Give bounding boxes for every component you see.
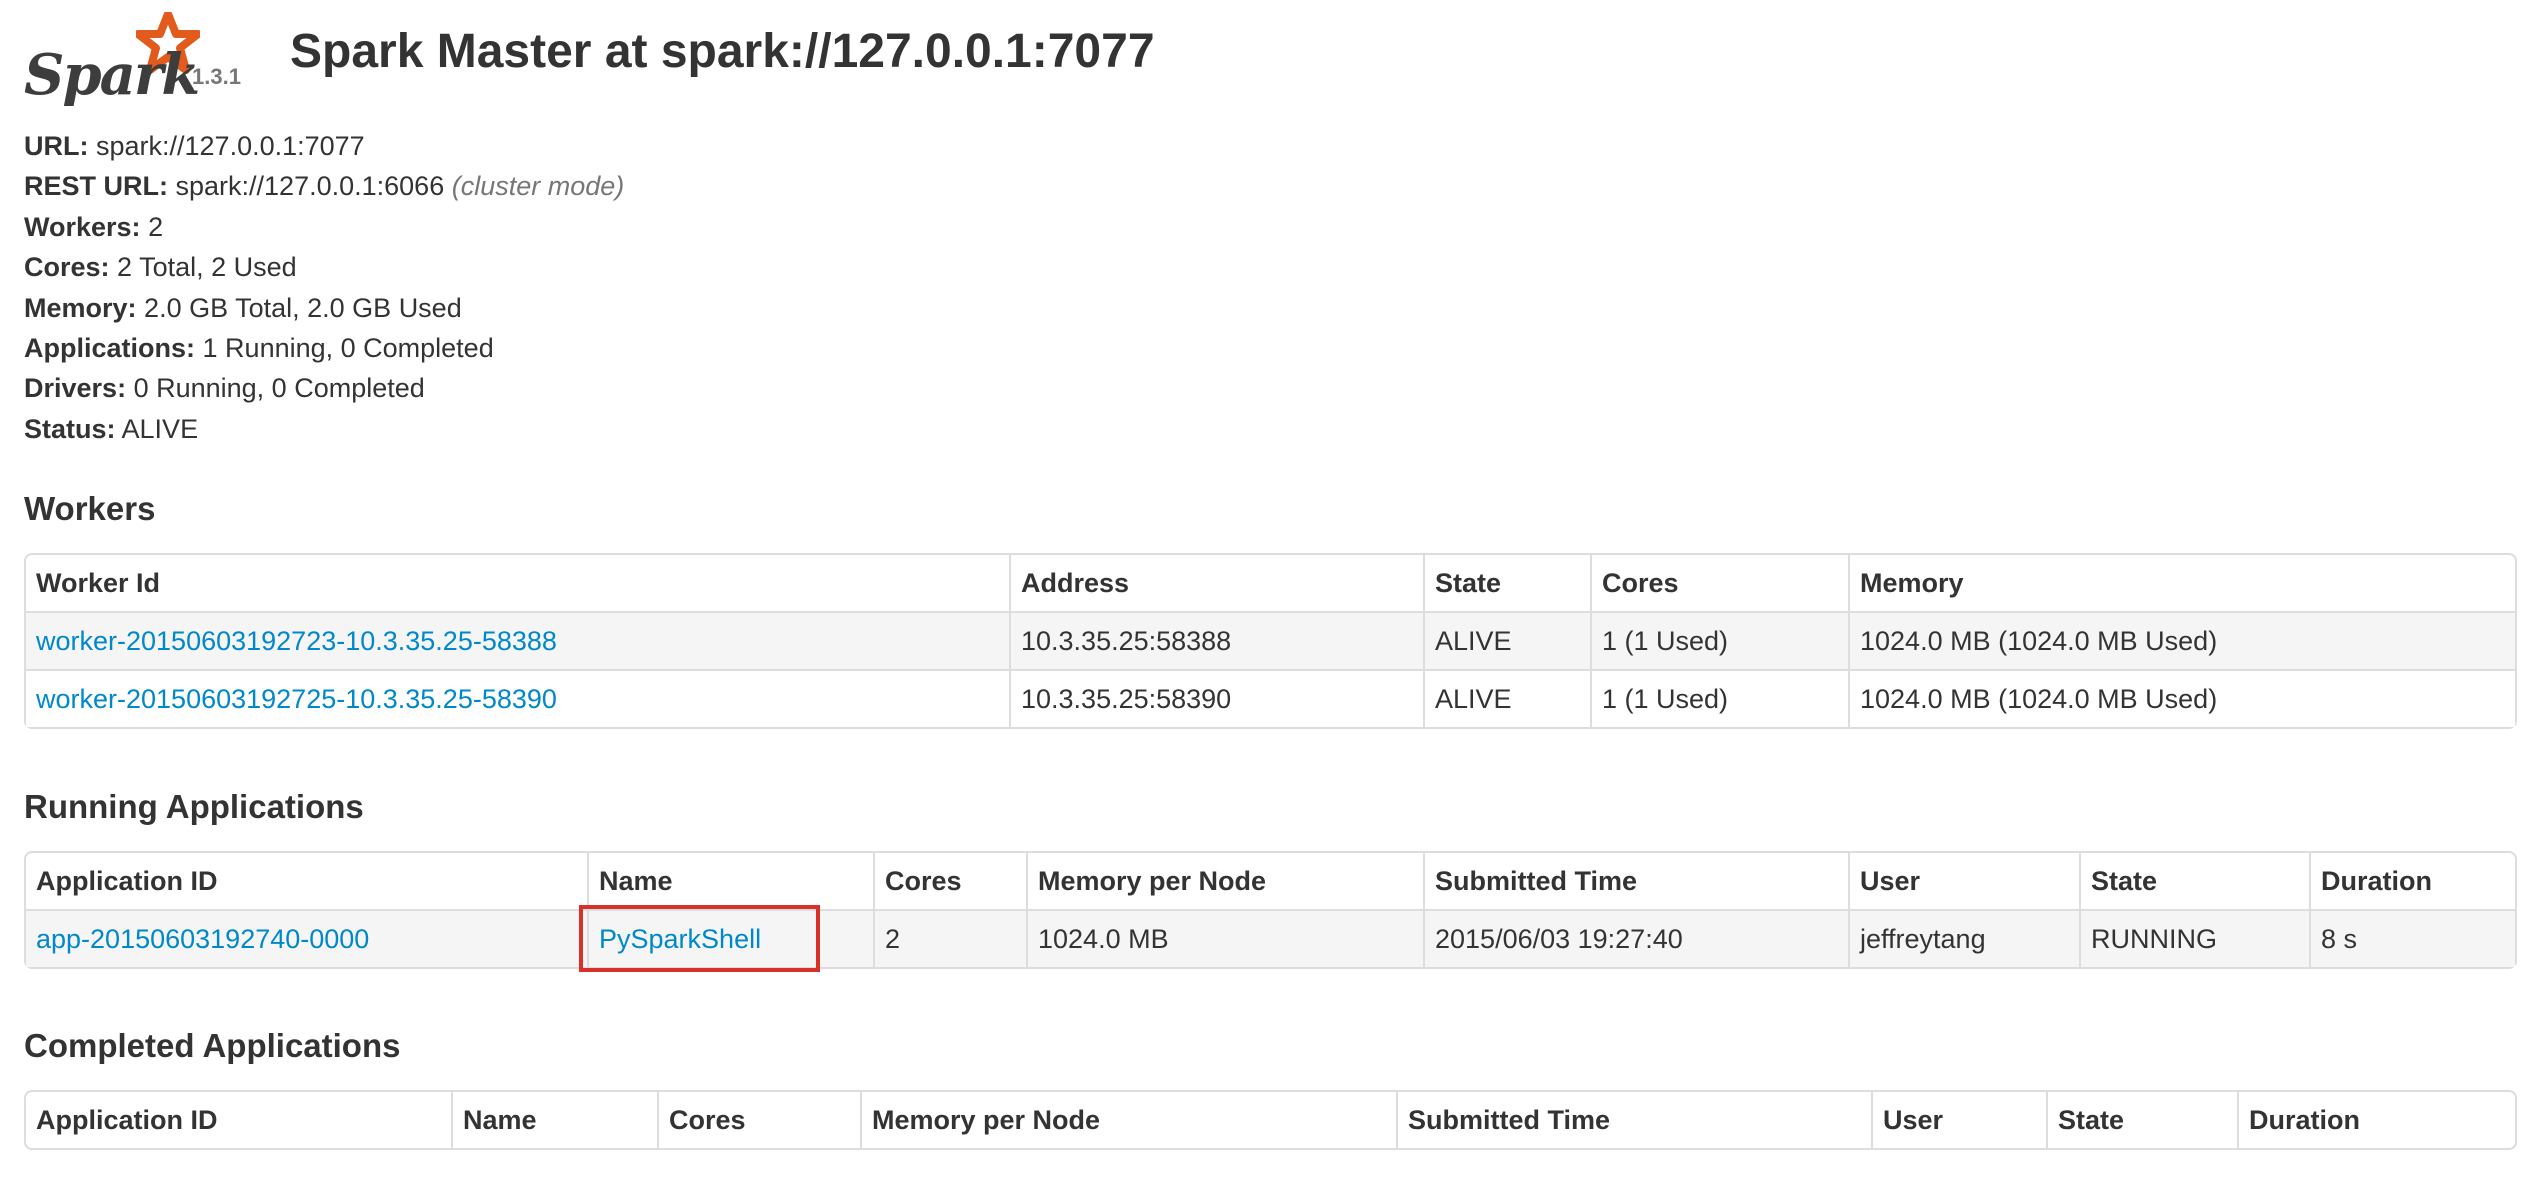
summary-drivers: Drivers: 0 Running, 0 Completed bbox=[24, 373, 425, 404]
worker-state: ALIVE bbox=[1423, 611, 1590, 669]
column-header[interactable]: Application ID bbox=[26, 853, 587, 909]
column-header[interactable]: Address bbox=[1009, 555, 1423, 611]
worker-cores: 1 (1 Used) bbox=[1590, 611, 1848, 669]
page-title: Spark Master at spark://127.0.0.1:7077 bbox=[290, 25, 1155, 78]
running-header-row: Application ID Name Cores Memory per Nod… bbox=[26, 853, 2515, 909]
spark-master-page: Spark 1.3.1 Spark Master at spark://127.… bbox=[0, 0, 2540, 1184]
application-user: jeffreytang bbox=[1848, 909, 2079, 967]
summary-applications: Applications: 1 Running, 0 Completed bbox=[24, 333, 494, 364]
column-header[interactable]: Worker Id bbox=[26, 555, 1009, 611]
column-header[interactable]: Memory per Node bbox=[860, 1092, 1396, 1148]
worker-id-link[interactable]: worker-20150603192723-10.3.35.25-58388 bbox=[36, 626, 557, 656]
worker-cores: 1 (1 Used) bbox=[1590, 669, 1848, 727]
cluster-summary: URL: spark://127.0.0.1:7077 REST URL: sp… bbox=[24, 126, 624, 449]
summary-cores: Cores: 2 Total, 2 Used bbox=[24, 252, 297, 283]
application-id-link[interactable]: app-20150603192740-0000 bbox=[36, 924, 369, 954]
summary-memory: Memory: 2.0 GB Total, 2.0 GB Used bbox=[24, 292, 462, 323]
workers-header-row: Worker Id Address State Cores Memory bbox=[26, 555, 2515, 611]
column-header[interactable]: Name bbox=[451, 1092, 657, 1148]
application-state: RUNNING bbox=[2079, 909, 2309, 967]
column-header[interactable]: Duration bbox=[2237, 1092, 2515, 1148]
spark-version: 1.3.1 bbox=[192, 64, 241, 89]
application-submitted-time: 2015/06/03 19:27:40 bbox=[1423, 909, 1848, 967]
summary-status: Status: ALIVE bbox=[24, 413, 199, 444]
column-header[interactable]: Submitted Time bbox=[1423, 853, 1848, 909]
column-header[interactable]: User bbox=[1871, 1092, 2046, 1148]
worker-address: 10.3.35.25:58390 bbox=[1009, 669, 1423, 727]
running-applications-heading: Running Applications bbox=[24, 788, 364, 825]
logo-word: Spark bbox=[24, 42, 200, 108]
application-name-link[interactable]: PySparkShell bbox=[599, 924, 761, 954]
summary-url: URL: spark://127.0.0.1:7077 bbox=[24, 131, 365, 161]
worker-id-link[interactable]: worker-20150603192725-10.3.35.25-58390 bbox=[36, 684, 557, 714]
column-header[interactable]: Submitted Time bbox=[1396, 1092, 1871, 1148]
column-header[interactable]: State bbox=[2079, 853, 2309, 909]
workers-table: Worker Id Address State Cores Memory wor… bbox=[24, 553, 2517, 729]
spark-logo[interactable]: Spark bbox=[24, 6, 200, 108]
column-header[interactable]: Cores bbox=[873, 853, 1026, 909]
summary-workers: Workers: 2 bbox=[24, 211, 164, 242]
table-row: worker-20150603192725-10.3.35.25-58390 1… bbox=[26, 669, 2515, 727]
table-row: app-20150603192740-0000 PySparkShell 2 1… bbox=[26, 909, 2515, 967]
column-header[interactable]: Memory per Node bbox=[1026, 853, 1423, 909]
column-header[interactable]: Memory bbox=[1848, 555, 2515, 611]
column-header[interactable]: Application ID bbox=[26, 1092, 451, 1148]
column-header[interactable]: User bbox=[1848, 853, 2079, 909]
rest-url-mode: (cluster mode) bbox=[451, 171, 625, 202]
running-applications-table: Application ID Name Cores Memory per Nod… bbox=[24, 851, 2517, 969]
worker-memory: 1024.0 MB (1024.0 MB Used) bbox=[1848, 611, 2515, 669]
workers-heading: Workers bbox=[24, 490, 156, 527]
column-header[interactable]: Name bbox=[587, 853, 873, 909]
worker-address: 10.3.35.25:58388 bbox=[1009, 611, 1423, 669]
completed-applications-heading: Completed Applications bbox=[24, 1027, 401, 1064]
column-header[interactable]: Duration bbox=[2309, 853, 2515, 909]
column-header[interactable]: Cores bbox=[1590, 555, 1848, 611]
application-cores: 2 bbox=[873, 909, 1026, 967]
table-row: worker-20150603192723-10.3.35.25-58388 1… bbox=[26, 611, 2515, 669]
completed-header-row: Application ID Name Cores Memory per Nod… bbox=[26, 1092, 2515, 1148]
worker-memory: 1024.0 MB (1024.0 MB Used) bbox=[1848, 669, 2515, 727]
application-memory: 1024.0 MB bbox=[1026, 909, 1423, 967]
application-duration: 8 s bbox=[2309, 909, 2515, 967]
column-header[interactable]: State bbox=[1423, 555, 1590, 611]
column-header[interactable]: Cores bbox=[657, 1092, 860, 1148]
worker-state: ALIVE bbox=[1423, 669, 1590, 727]
summary-rest-url: REST URL: spark://127.0.0.1:6066 (cluste… bbox=[24, 171, 625, 202]
column-header[interactable]: State bbox=[2046, 1092, 2237, 1148]
completed-applications-table: Application ID Name Cores Memory per Nod… bbox=[24, 1090, 2517, 1150]
